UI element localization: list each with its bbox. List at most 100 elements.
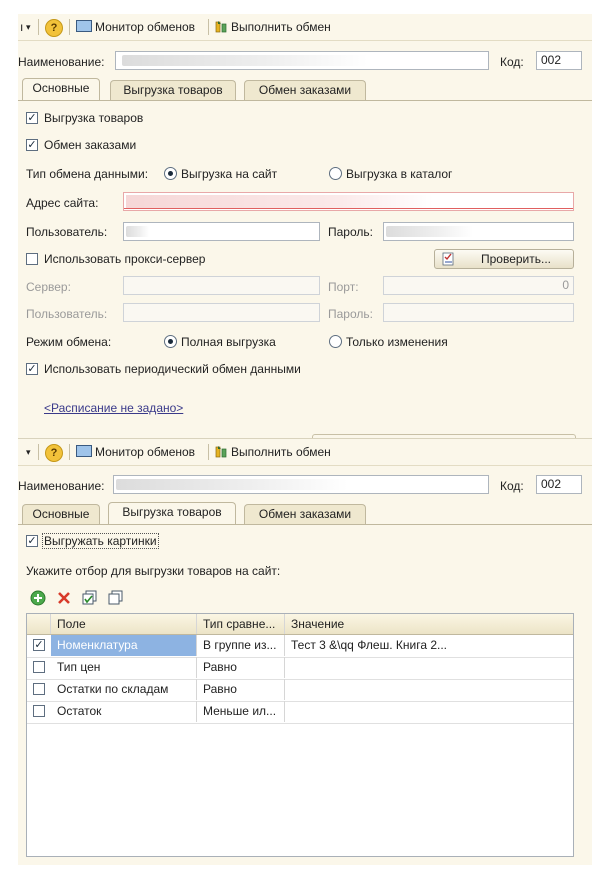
value-cell[interactable] <box>285 679 573 700</box>
toolbar: ı ▾ ? Монитор обменов Выполнить обмен <box>18 14 592 41</box>
table-header: Поле Тип сравне... Значение <box>27 614 573 635</box>
server-label: Сервер: <box>26 280 71 294</box>
uncheck-all-icon[interactable] <box>108 590 124 606</box>
check-list-icon <box>441 251 457 267</box>
user-label: Пользователь: <box>26 225 108 239</box>
radio-export-catalog[interactable] <box>329 167 342 180</box>
check-button-label: Проверить... <box>481 252 552 266</box>
help-button[interactable]: ? <box>45 18 63 37</box>
radio-export-catalog-label: Выгрузка в каталог <box>346 167 453 181</box>
code-field[interactable]: 002 <box>536 51 582 70</box>
tab-basic[interactable]: Основные <box>22 504 100 524</box>
radio-export-site[interactable] <box>164 167 177 180</box>
compare-cell[interactable]: Равно <box>197 657 285 678</box>
use-proxy-checkbox[interactable] <box>26 253 38 265</box>
export-images-label: Выгружать картинки <box>42 533 159 549</box>
name-label: Наименование: <box>18 479 105 493</box>
field-cell[interactable]: Номенклатура <box>51 635 197 656</box>
table-row[interactable]: Тип цен Равно <box>27 657 573 680</box>
compare-cell[interactable]: Равно <box>197 679 285 700</box>
value-cell[interactable]: Тест 3 &\qq Флеш. Книга 2... <box>285 635 573 656</box>
tab-basic[interactable]: Основные <box>22 78 100 100</box>
tab-orders[interactable]: Обмен заказами <box>244 504 366 524</box>
redacted-value <box>126 226 149 237</box>
exchange-mode-label: Режим обмена: <box>26 335 112 349</box>
execute-exchange-icon <box>215 445 229 459</box>
execute-exchange-button[interactable]: Выполнить обмен <box>215 443 331 461</box>
check-all-icon[interactable] <box>82 590 98 606</box>
monitor-icon <box>76 20 92 32</box>
radio-changes-only[interactable] <box>329 335 342 348</box>
name-field[interactable] <box>113 475 489 494</box>
row-checkbox[interactable] <box>33 705 45 717</box>
column-header-field[interactable]: Поле <box>51 614 197 634</box>
monitor-exchanges-button[interactable]: Монитор обменов <box>76 18 195 36</box>
compare-cell[interactable]: Меньше ил... <box>197 701 285 722</box>
periodic-exchange-label: Использовать периодический обмен данными <box>44 362 301 376</box>
field-cell[interactable]: Остатки по складам <box>51 679 197 700</box>
field-cell[interactable]: Тип цен <box>51 657 197 678</box>
header-check-cell <box>27 614 51 634</box>
site-address-field[interactable] <box>123 192 574 211</box>
password-field[interactable] <box>383 222 574 241</box>
chevron-down-icon[interactable]: ▾ <box>26 443 31 461</box>
radio-full-export[interactable] <box>164 335 177 348</box>
filter-caption: Укажите отбор для выгрузки товаров на са… <box>26 564 281 578</box>
tab-bar: Основные Выгрузка товаров Обмен заказами <box>18 78 592 100</box>
field-cell[interactable]: Остаток <box>51 701 197 722</box>
column-header-value[interactable]: Значение <box>285 614 573 634</box>
column-header-compare[interactable]: Тип сравне... <box>197 614 285 634</box>
check-button[interactable]: Проверить... <box>434 249 574 269</box>
proxy-user-label: Пользователь: <box>26 307 108 321</box>
tab-export-goods[interactable]: Выгрузка товаров <box>108 502 236 524</box>
row-checkbox[interactable] <box>33 661 45 673</box>
server-field[interactable] <box>123 276 320 295</box>
proxy-password-field[interactable] <box>383 303 574 322</box>
tab-divider <box>18 100 592 101</box>
radio-export-site-label: Выгрузка на сайт <box>181 167 278 181</box>
toolbar: ▾ ? Монитор обменов Выполнить обмен <box>18 439 592 466</box>
form-panel-goods: ▾ ? Монитор обменов Выполнить обмен Наим… <box>18 438 592 865</box>
help-icon: ? <box>45 19 63 37</box>
monitor-exchanges-button[interactable]: Монитор обменов <box>76 443 195 461</box>
user-field[interactable] <box>123 222 320 241</box>
execute-exchange-button[interactable]: Выполнить обмен <box>215 18 331 36</box>
port-label: Порт: <box>328 280 359 294</box>
row-checkbox[interactable]: ✓ <box>33 639 45 651</box>
table-row[interactable]: Остатки по складам Равно <box>27 679 573 702</box>
delete-row-icon[interactable] <box>56 590 72 606</box>
tab-orders[interactable]: Обмен заказами <box>244 80 366 100</box>
export-goods-label: Выгрузка товаров <box>44 111 144 125</box>
execute-exchange-icon <box>215 20 229 34</box>
help-button[interactable]: ? <box>45 443 63 462</box>
monitor-exchanges-label: Монитор обменов <box>95 445 196 459</box>
tab-bar: Основные Выгрузка товаров Обмен заказами <box>18 502 592 524</box>
toolbar-partial-button[interactable]: ı <box>20 18 23 36</box>
table-row[interactable]: Остаток Меньше ил... <box>27 701 573 724</box>
proxy-user-field[interactable] <box>123 303 320 322</box>
redacted-value <box>386 226 473 237</box>
name-label: Наименование: <box>18 55 105 69</box>
export-images-checkbox[interactable]: ✓ <box>26 535 38 547</box>
port-field[interactable]: 0 <box>383 276 574 295</box>
schedule-link[interactable]: <Расписание не задано> <box>44 400 183 416</box>
help-icon: ? <box>45 444 63 462</box>
monitor-icon <box>76 445 92 457</box>
value-cell[interactable] <box>285 657 573 678</box>
row-checkbox[interactable] <box>33 683 45 695</box>
table-row[interactable]: ✓ Номенклатура В группе из... Тест 3 &\q… <box>27 635 573 658</box>
monitor-exchanges-label: Монитор обменов <box>95 20 196 34</box>
compare-cell[interactable]: В группе из... <box>197 635 285 656</box>
tab-export-goods[interactable]: Выгрузка товаров <box>110 80 236 100</box>
code-field[interactable]: 002 <box>536 475 582 494</box>
value-cell[interactable] <box>285 701 573 722</box>
chevron-down-icon[interactable]: ▾ <box>26 18 31 36</box>
form-panel-basic: ı ▾ ? Монитор обменов Выполнить обмен На… <box>18 14 592 439</box>
add-row-icon[interactable] <box>30 590 46 606</box>
periodic-exchange-checkbox[interactable]: ✓ <box>26 363 38 375</box>
export-goods-checkbox[interactable]: ✓ <box>26 112 38 124</box>
name-field[interactable] <box>115 51 489 70</box>
proxy-password-label: Пароль: <box>328 307 373 321</box>
exchange-orders-checkbox[interactable]: ✓ <box>26 139 38 151</box>
redacted-value <box>126 195 433 208</box>
